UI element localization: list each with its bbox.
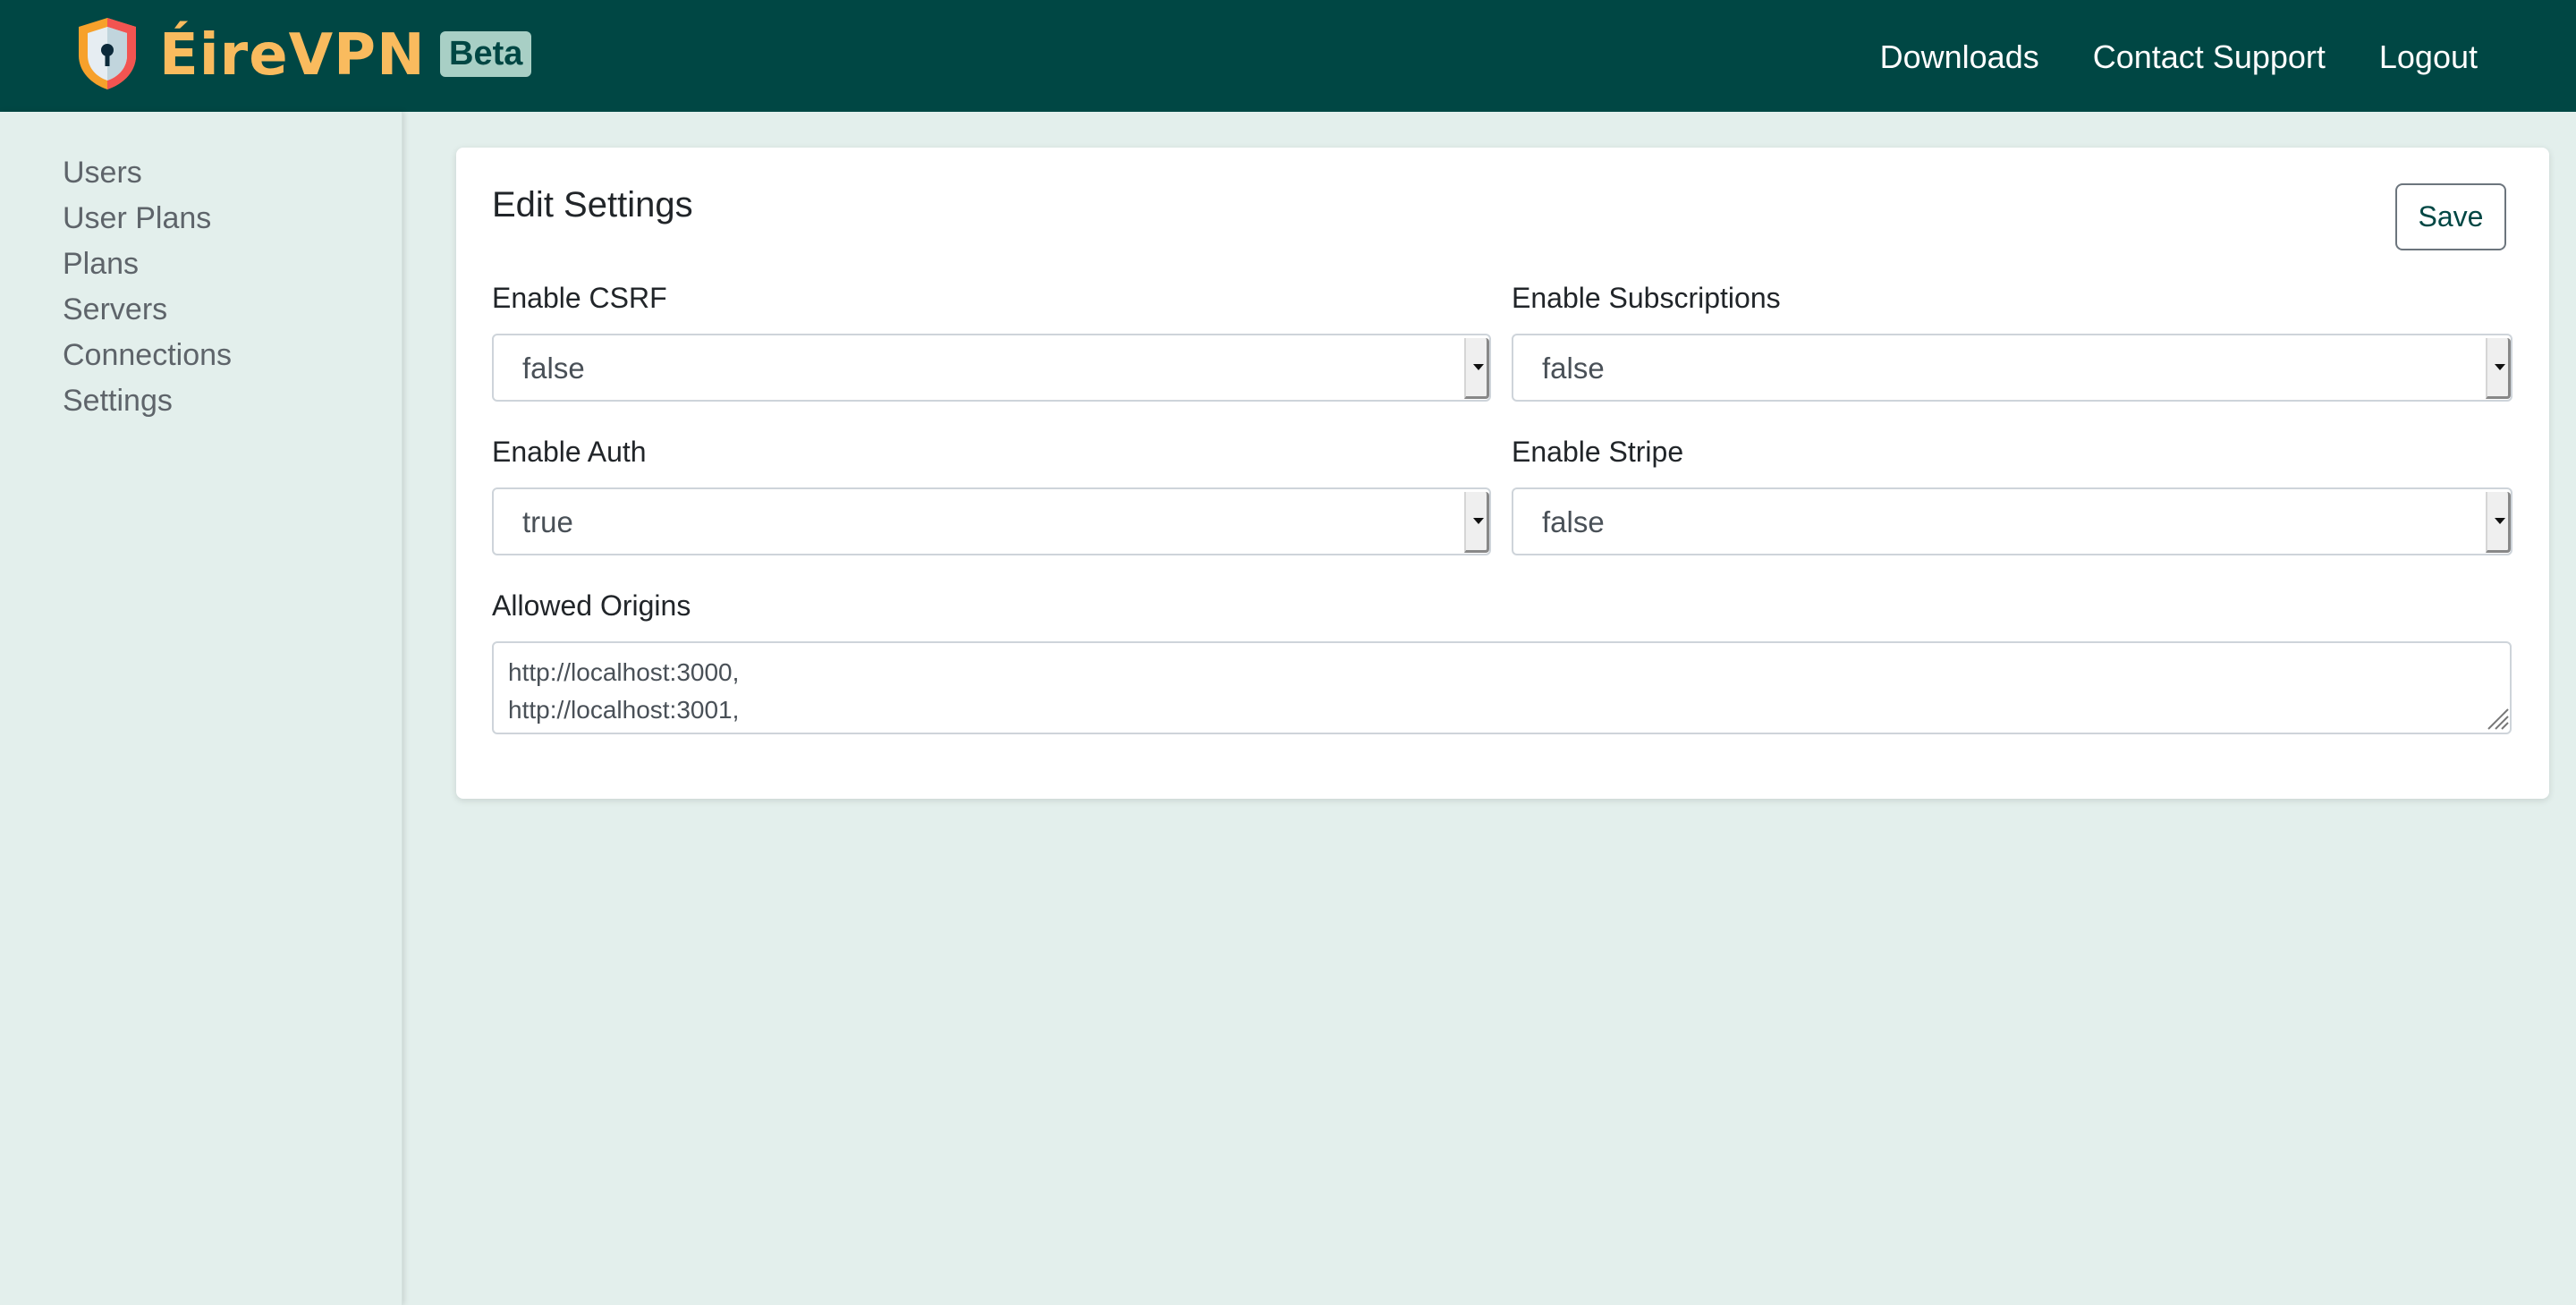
sidebar-item-servers[interactable]: Servers xyxy=(63,287,232,333)
enable-csrf-value: false xyxy=(522,352,585,385)
top-navbar: ÉireVPN Beta Downloads Contact Support L… xyxy=(0,0,2576,112)
sidebar-item-user-plans[interactable]: User Plans xyxy=(63,196,232,242)
nav-contact-support-link[interactable]: Contact Support xyxy=(2093,36,2326,79)
enable-stripe-select[interactable]: false xyxy=(1512,487,2512,555)
top-nav: Downloads Contact Support Logout xyxy=(1880,36,2478,79)
allowed-origins-textarea[interactable]: http://localhost:3000, http://localhost:… xyxy=(492,641,2512,734)
enable-csrf-select[interactable]: false xyxy=(492,334,1491,402)
sidebar-item-settings[interactable]: Settings xyxy=(63,378,232,424)
enable-auth-select[interactable]: true xyxy=(492,487,1491,555)
enable-auth-value: true xyxy=(522,505,573,538)
beta-badge: Beta xyxy=(440,31,532,77)
sidebar-item-plans[interactable]: Plans xyxy=(63,242,232,287)
dropdown-arrow-icon[interactable] xyxy=(1464,338,1489,399)
enable-csrf-label: Enable CSRF xyxy=(492,282,667,314)
enable-subscriptions-value: false xyxy=(1542,352,1605,385)
enable-subscriptions-label: Enable Subscriptions xyxy=(1512,282,1781,314)
page-title: Edit Settings xyxy=(492,185,693,225)
enable-subscriptions-select[interactable]: false xyxy=(1512,334,2512,402)
nav-logout-link[interactable]: Logout xyxy=(2379,36,2478,79)
shield-keyhole-logo-icon[interactable] xyxy=(73,16,141,91)
enable-stripe-value: false xyxy=(1542,505,1605,538)
edit-settings-card: Edit Settings Save Enable CSRF false Ena… xyxy=(456,148,2549,799)
nav-downloads-link[interactable]: Downloads xyxy=(1880,36,2039,79)
dropdown-arrow-icon[interactable] xyxy=(1464,492,1489,553)
enable-stripe-label: Enable Stripe xyxy=(1512,436,1684,468)
save-button[interactable]: Save xyxy=(2395,183,2506,250)
sidebar: Users User Plans Plans Servers Connectio… xyxy=(0,112,402,1305)
enable-auth-label: Enable Auth xyxy=(492,436,647,468)
sidebar-menu: Users User Plans Plans Servers Connectio… xyxy=(63,150,232,424)
brand-name[interactable]: ÉireVPN xyxy=(159,20,426,91)
sidebar-item-users[interactable]: Users xyxy=(63,150,232,196)
dropdown-arrow-icon[interactable] xyxy=(2486,338,2511,399)
sidebar-item-connections[interactable]: Connections xyxy=(63,333,232,378)
dropdown-arrow-icon[interactable] xyxy=(2486,492,2511,553)
allowed-origins-label: Allowed Origins xyxy=(492,589,691,622)
resize-grip-icon[interactable] xyxy=(2485,706,2510,731)
